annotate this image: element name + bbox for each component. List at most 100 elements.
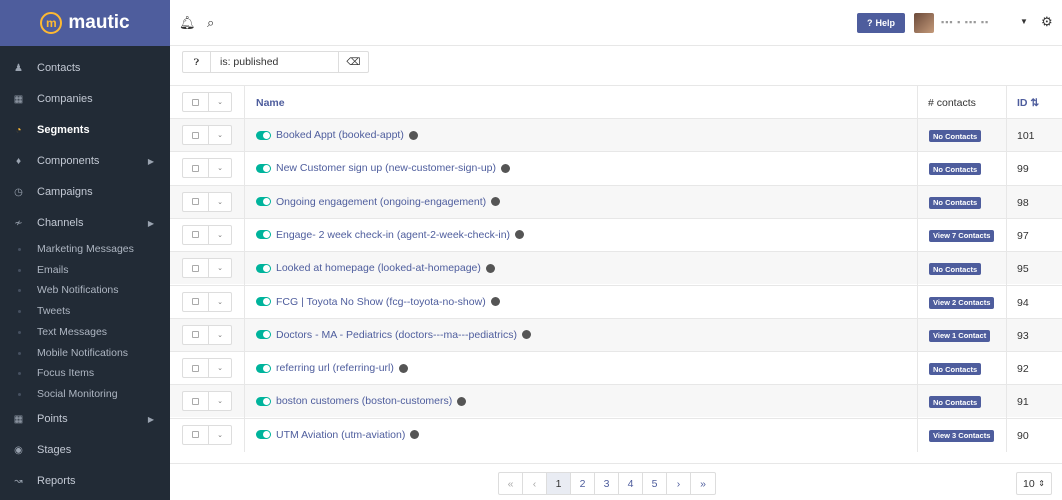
sidebar-subitem[interactable]: Marketing Messages <box>0 239 170 259</box>
published-toggle[interactable] <box>256 330 271 340</box>
contacts-badge[interactable]: No Contacts <box>929 130 982 142</box>
contacts-badge[interactable]: View 7 Contacts <box>929 229 995 242</box>
sidebar-subitem[interactable]: Social Monitoring <box>0 384 170 404</box>
eraser-icon[interactable]: ⌫ <box>338 52 368 72</box>
segment-link[interactable]: FCG | Toyota No Show (fcg--toyota-no-sho… <box>276 296 486 308</box>
search-icon[interactable]: ⌕ <box>207 15 214 31</box>
segment-link[interactable]: Ongoing engagement (ongoing-engagement) <box>276 196 486 208</box>
contacts-badge[interactable]: View 1 Contact <box>929 329 991 342</box>
table-row: ⌄ FCG | Toyota No Show (fcg--toyota-no-sh… <box>170 284 1062 319</box>
segment-id: 99 <box>1017 163 1029 176</box>
row-checkbox[interactable]: ⌄ <box>182 291 232 312</box>
column-header-name[interactable]: Name <box>256 97 285 109</box>
page-link[interactable]: 3 <box>595 473 619 494</box>
sidebar-subitem[interactable]: Focus Items <box>0 363 170 383</box>
contacts-badge[interactable]: No Contacts <box>929 363 982 376</box>
row-checkbox[interactable]: ⌄ <box>182 258 232 279</box>
puzzle-icon: ♦ <box>15 155 22 167</box>
chevron-down-icon[interactable]: ⌄ <box>209 326 231 344</box>
page-size-select[interactable]: 10 ⇕ <box>1016 472 1052 495</box>
search-input[interactable] <box>211 52 338 72</box>
chevron-down-icon[interactable]: ⌄ <box>209 392 231 410</box>
row-checkbox[interactable]: ⌄ <box>182 191 232 212</box>
segment-link[interactable]: boston customers (boston-customers) <box>276 395 452 407</box>
chevron-down-icon[interactable]: ⌄ <box>209 426 231 444</box>
sidebar-item-companies[interactable]: ▦ Companies <box>0 84 170 114</box>
segment-id: 94 <box>1017 296 1029 309</box>
search-filter: ❓︎ ⌫ <box>182 51 369 73</box>
sidebar-subitem[interactable]: Web Notifications <box>0 280 170 300</box>
published-toggle[interactable] <box>256 263 271 273</box>
row-checkbox[interactable]: ⌄ <box>182 358 232 379</box>
chevron-down-icon[interactable]: ⌄ <box>209 159 231 177</box>
contacts-badge[interactable]: No Contacts <box>929 163 982 176</box>
sidebar-subitem[interactable]: Text Messages <box>0 322 170 342</box>
chevron-down-icon[interactable]: ⌄ <box>209 93 231 111</box>
chevron-down-icon[interactable]: ⌄ <box>209 359 231 377</box>
page-link[interactable]: › <box>667 473 691 494</box>
gear-icon[interactable]: ⚙ <box>1041 14 1053 30</box>
published-toggle[interactable] <box>256 396 271 406</box>
contacts-badge[interactable]: No Contacts <box>929 263 982 276</box>
sidebar-item-components[interactable]: ♦ Components ▶ <box>0 146 170 176</box>
sidebar-item-points[interactable]: ▦ Points ▶ <box>0 404 170 434</box>
page-link[interactable]: 4 <box>619 473 643 494</box>
published-toggle[interactable] <box>256 163 271 173</box>
contacts-badge[interactable]: No Contacts <box>929 196 982 209</box>
page-link[interactable]: 1 <box>547 473 571 494</box>
page-link[interactable]: 2 <box>571 473 595 494</box>
sidebar-item-stages[interactable]: ◉ Stages <box>0 435 170 465</box>
sidebar-subitem[interactable]: Mobile Notifications <box>0 343 170 363</box>
row-checkbox[interactable]: ⌄ <box>182 391 232 412</box>
user-name[interactable]: ▪▪▪ ▪ ▪▪▪ ▪▪ <box>941 17 989 27</box>
help-button[interactable]: ? Help <box>857 13 905 33</box>
sidebar-item-segments[interactable]: ◔ Segments <box>0 115 170 145</box>
contacts-badge[interactable]: View 2 Contacts <box>929 296 995 309</box>
row-checkbox[interactable]: ⌄ <box>182 424 232 445</box>
published-toggle[interactable] <box>256 230 271 240</box>
sidebar-item-reports[interactable]: ↝ Reports <box>0 466 170 496</box>
chevron-down-icon[interactable]: ⌄ <box>209 293 231 311</box>
segment-link[interactable]: Engage- 2 week check-in (agent-2-week-ch… <box>276 229 510 241</box>
column-header-id[interactable]: ID ⇅ <box>1017 97 1039 109</box>
segment-link[interactable]: New Customer sign up (new-customer-sign-… <box>276 162 496 174</box>
segment-link[interactable]: Booked Appt (booked-appt) <box>276 129 404 141</box>
select-all-checkbox[interactable]: ⌄ <box>182 92 232 112</box>
chevron-down-icon[interactable]: ▼ <box>1020 17 1028 26</box>
published-toggle[interactable] <box>256 363 271 373</box>
published-toggle[interactable] <box>256 197 271 207</box>
sidebar-subitem[interactable]: Emails <box>0 260 170 280</box>
row-checkbox[interactable]: ⌄ <box>182 324 232 345</box>
question-icon[interactable]: ❓︎ <box>183 52 211 72</box>
page-link[interactable]: « <box>499 473 523 494</box>
sidebar-subitem[interactable]: Tweets <box>0 301 170 321</box>
segment-link[interactable]: UTM Aviation (utm-aviation) <box>276 429 405 441</box>
bell-icon[interactable]: 🔔︎ <box>179 15 196 31</box>
sidebar-item-contacts[interactable]: ♟ Contacts <box>0 53 170 83</box>
row-checkbox[interactable]: ⌄ <box>182 158 232 179</box>
published-toggle[interactable] <box>256 297 271 306</box>
page-link[interactable]: 5 <box>643 473 667 494</box>
row-checkbox[interactable]: ⌄ <box>182 125 232 145</box>
chevron-down-icon[interactable]: ⌄ <box>209 193 231 211</box>
globe-icon <box>491 197 501 207</box>
segment-link[interactable]: Looked at homepage (looked-at-homepage) <box>276 262 481 274</box>
contacts-badge[interactable]: View 3 Contacts <box>929 429 995 442</box>
sidebar-item-campaigns[interactable]: ◷ Campaigns <box>0 177 170 207</box>
chevron-down-icon[interactable]: ⌄ <box>209 226 231 244</box>
row-checkbox[interactable]: ⌄ <box>182 224 232 245</box>
published-toggle[interactable] <box>256 430 271 440</box>
sidebar-item-channels[interactable]: ≁ Channels ▶ <box>0 208 170 238</box>
globe-icon <box>501 163 510 173</box>
mautic-logo[interactable]: m mautic <box>0 0 170 46</box>
segment-link[interactable]: referring url (referring-url) <box>276 362 394 374</box>
page-link[interactable]: ‹ <box>523 473 547 494</box>
chevron-down-icon[interactable]: ⌄ <box>209 259 231 277</box>
table-row: ⌄ Ongoing engagement (ongoing-engagement)… <box>170 184 1062 219</box>
contacts-badge[interactable]: No Contacts <box>929 396 982 409</box>
segment-link[interactable]: Doctors - MA - Pediatrics (doctors---ma-… <box>276 329 517 341</box>
chevron-down-icon[interactable]: ⌄ <box>209 126 231 144</box>
page-link[interactable]: » <box>691 473 715 494</box>
published-toggle[interactable] <box>256 130 271 140</box>
avatar[interactable] <box>914 13 934 33</box>
